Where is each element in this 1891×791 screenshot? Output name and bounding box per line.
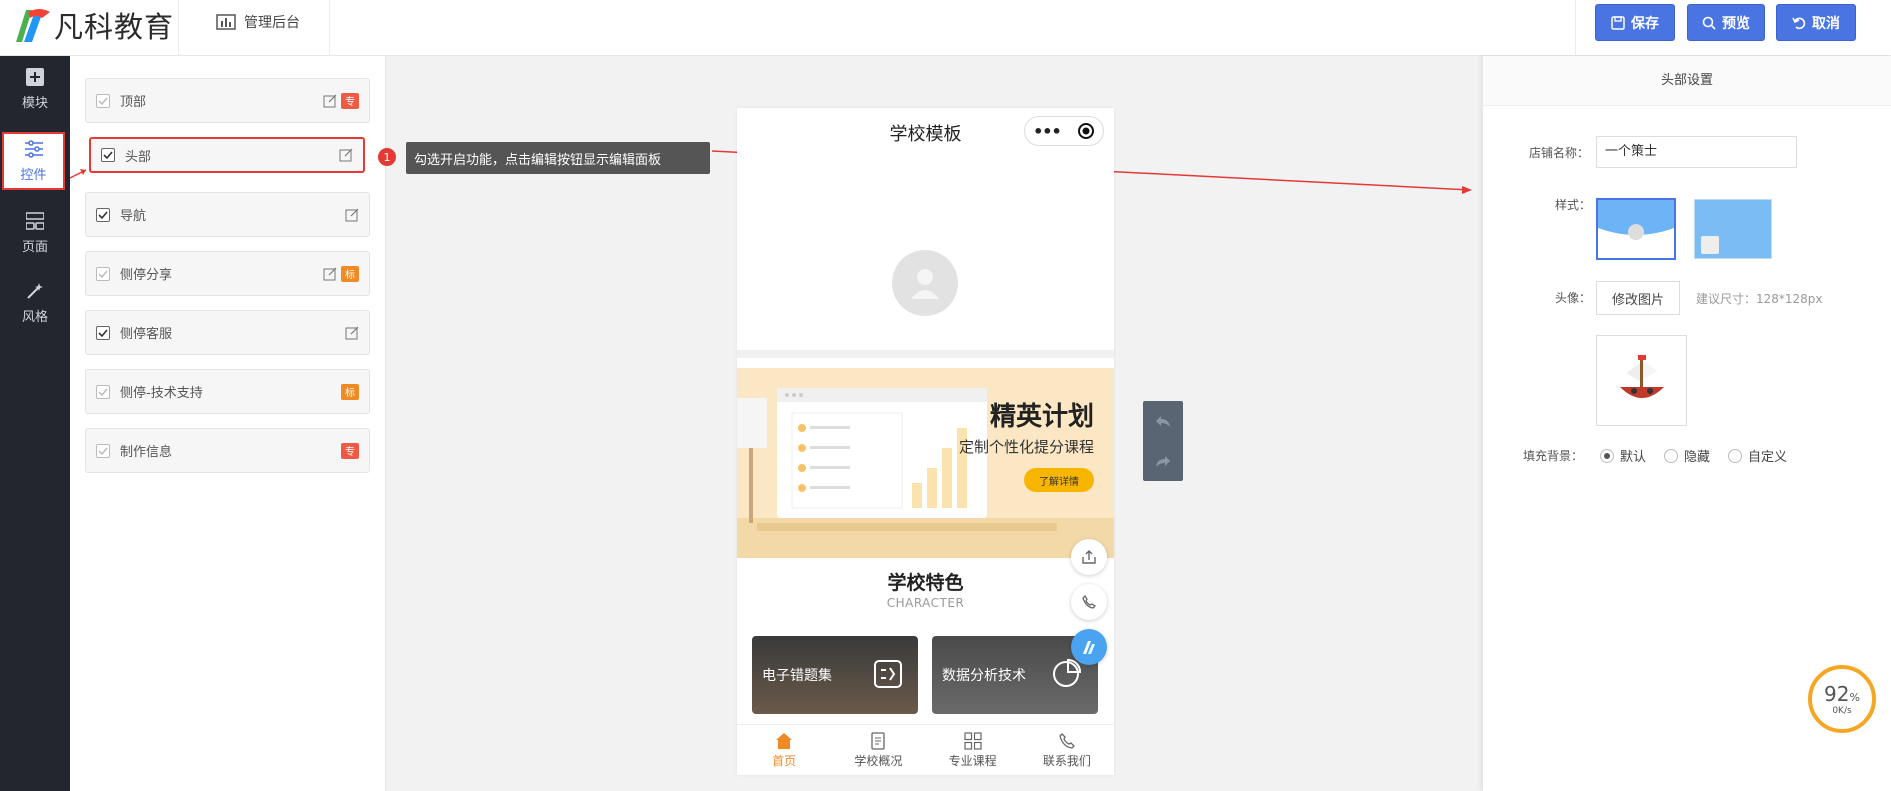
style-option-2[interactable]	[1694, 199, 1772, 259]
header-area[interactable]	[737, 158, 1114, 358]
radio-label: 默认	[1620, 450, 1647, 465]
change-image-button[interactable]: 修改图片	[1596, 281, 1680, 315]
home-icon	[776, 732, 793, 749]
target-icon[interactable]	[1077, 122, 1095, 140]
ship-image	[1619, 354, 1664, 398]
banner-title: 精英计划	[989, 402, 1094, 432]
radio-dot	[1664, 448, 1679, 463]
phone-call-icon	[1059, 732, 1075, 749]
user-placeholder-icon	[911, 269, 939, 299]
brand-mark-icon	[1083, 641, 1095, 654]
shop-name-input[interactable]: 一个策士	[1596, 136, 1797, 168]
pie-chart-icon	[1053, 658, 1082, 687]
redo-button[interactable]	[1143, 441, 1183, 481]
section-title: 学校特色	[887, 572, 964, 594]
fill-option-custom[interactable]: 自定义	[1728, 446, 1787, 465]
avatar-label: 头像：	[1555, 291, 1592, 305]
avatar	[892, 250, 958, 316]
avatar-preview	[1596, 335, 1687, 426]
tab-label: 联系我们	[1042, 753, 1091, 768]
phone-title: 学校模板	[889, 124, 962, 145]
radio-dot	[1728, 448, 1743, 463]
step-badge: 1	[378, 148, 396, 166]
tab-label: 首页	[772, 753, 797, 768]
panel-title: 头部设置	[1483, 56, 1891, 106]
tab-school-overview[interactable]: 学校概况	[831, 725, 925, 775]
tab-courses[interactable]: 专业课程	[926, 725, 1020, 775]
radio-label: 自定义	[1748, 450, 1788, 465]
document-icon	[871, 731, 886, 750]
support-float-button[interactable]	[1071, 629, 1107, 665]
feature-card[interactable]: 电子错题集	[752, 636, 918, 714]
style-label: 样式：	[1555, 198, 1592, 212]
fill-bg-options: 默认 隐藏 自定义	[1600, 446, 1805, 465]
style-option-1[interactable]	[1596, 198, 1676, 260]
mini-program-capsule[interactable]: •••	[1024, 116, 1104, 146]
speed-percent: 92%	[1824, 682, 1860, 706]
banner-subtitle: 定制个性化提分课程	[958, 438, 1094, 456]
undo-arrow-icon	[1156, 416, 1170, 427]
section-subtitle: CHARACTER	[886, 596, 965, 610]
style-thumb	[1598, 200, 1674, 240]
fill-bg-label: 填充背景：	[1523, 449, 1584, 463]
style-avatar	[1701, 236, 1719, 254]
radio-dot	[1600, 448, 1614, 463]
fill-option-default[interactable]: 默认	[1600, 446, 1646, 465]
tab-label: 专业课程	[948, 753, 997, 768]
phone-preview: 学校模板 ••• 精英计划 定制个性化提分课程 了解详情 学校特色 CHARAC…	[737, 108, 1114, 775]
radio-label: 隐藏	[1684, 450, 1711, 465]
redo-arrow-icon	[1156, 456, 1170, 467]
network-speed-widget[interactable]: 92% 0K/s	[1808, 665, 1876, 733]
speed-rate: 0K/s	[1832, 706, 1852, 716]
hint-tooltip: 勾选开启功能，点击编辑按钮显示编辑面板	[406, 142, 710, 174]
tab-contact[interactable]: 联系我们	[1020, 725, 1114, 775]
shop-name-label: 店铺名称：	[1529, 146, 1590, 160]
phone-header: 学校模板 •••	[737, 108, 1114, 158]
bottom-tabbar: 首页 学校概况 专业课程 联系我们	[737, 724, 1114, 775]
more-dots-icon[interactable]: •••	[1033, 122, 1062, 141]
phone-float-button[interactable]	[1071, 584, 1107, 620]
tab-label: 学校概况	[854, 753, 903, 768]
undo-button[interactable]	[1143, 401, 1183, 441]
banner-detail-button[interactable]: 了解详情	[1024, 468, 1094, 492]
share-icon	[1082, 550, 1096, 564]
tab-home[interactable]: 首页	[737, 725, 831, 775]
share-float-button[interactable]	[1071, 539, 1107, 575]
promo-banner[interactable]: 精英计划 定制个性化提分课程 了解详情	[737, 368, 1114, 558]
phone-icon	[1082, 594, 1097, 609]
card-label: 电子错题集	[762, 668, 832, 684]
card-label: 数据分析技术	[942, 668, 1026, 684]
size-hint: 建议尺寸：128*128px	[1696, 292, 1823, 306]
grid-icon	[964, 731, 982, 750]
undo-redo-group	[1143, 401, 1183, 481]
fill-option-hidden[interactable]: 隐藏	[1664, 446, 1710, 465]
list-icon	[874, 660, 902, 688]
